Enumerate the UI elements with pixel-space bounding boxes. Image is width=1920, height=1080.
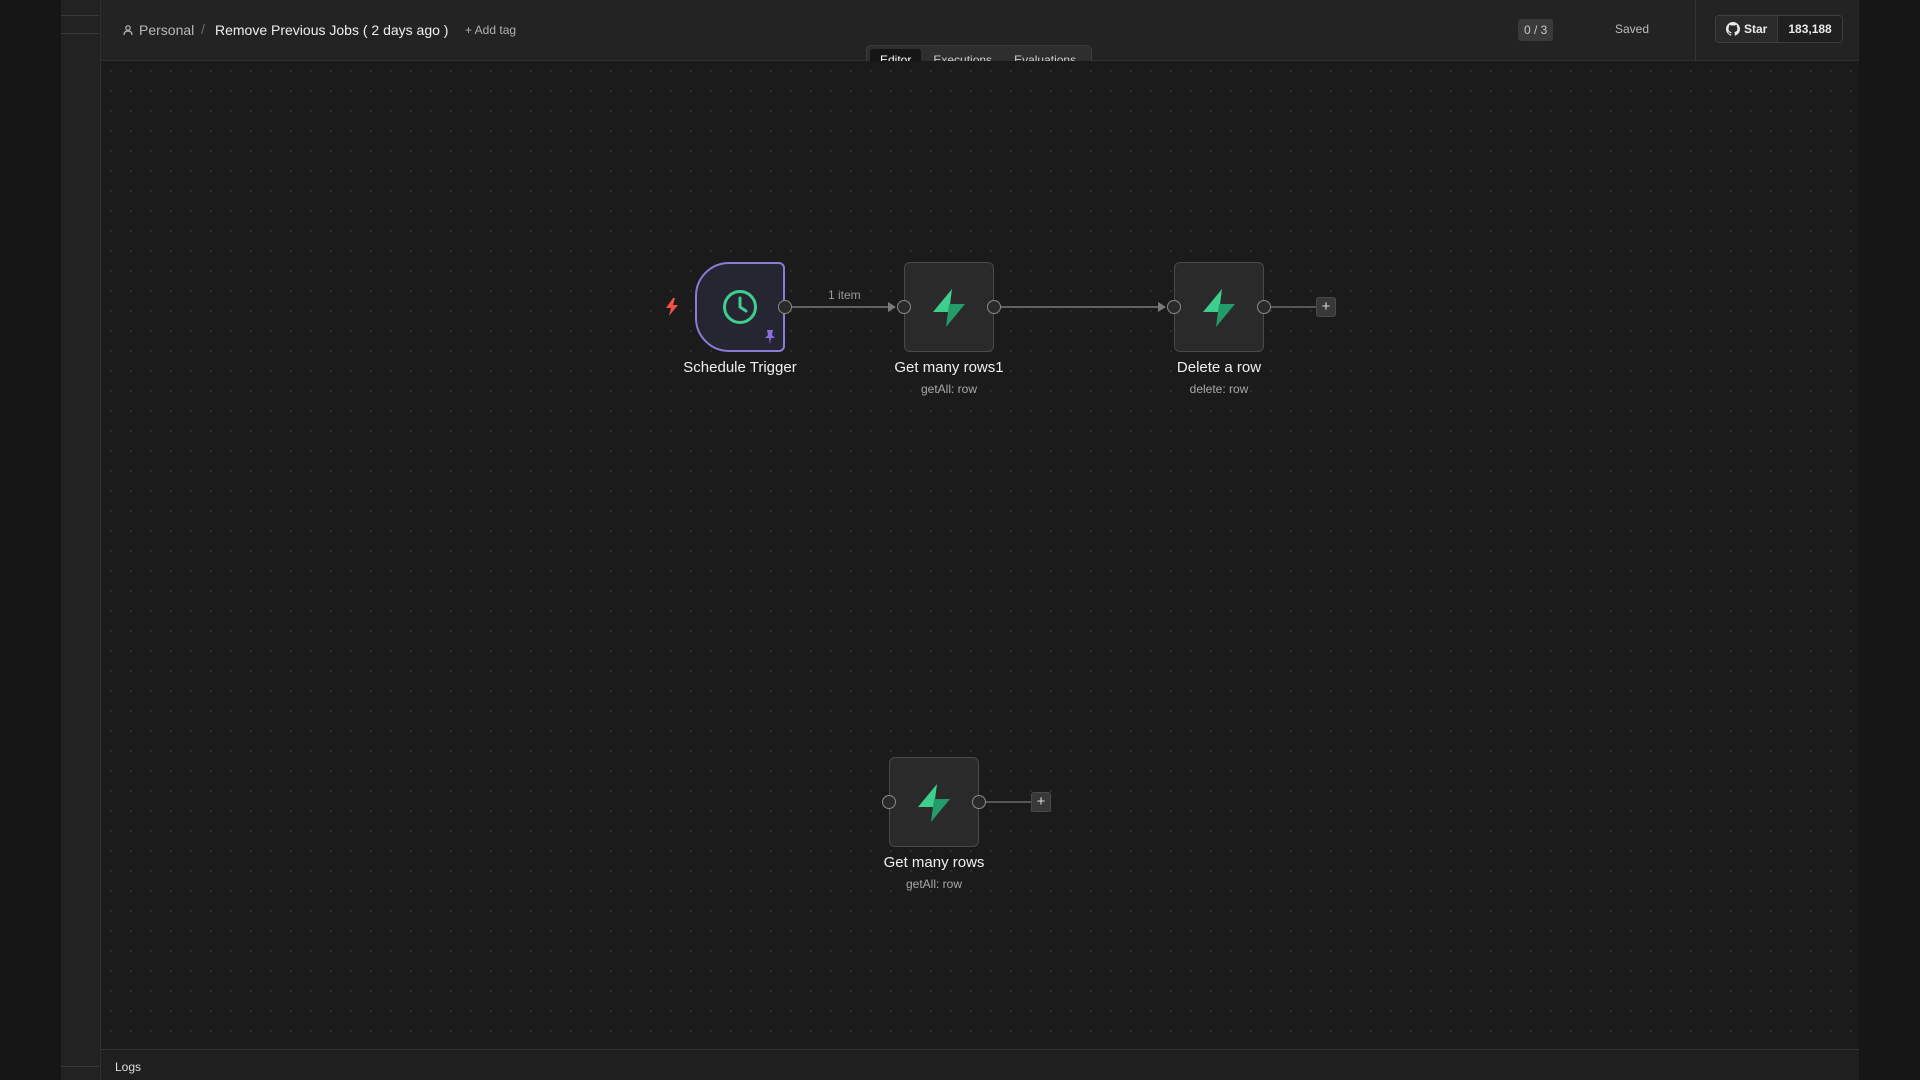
- connections-layer: [785, 302, 1316, 803]
- edge-trigger-to-get-many-rows1[interactable]: [785, 302, 896, 312]
- output-handle[interactable]: [778, 300, 792, 314]
- add-node-plus-icon[interactable]: +: [1316, 297, 1336, 317]
- supabase-icon: [918, 784, 950, 822]
- node-subtitle: getAll: row: [905, 877, 963, 891]
- input-handle[interactable]: [897, 300, 911, 314]
- node-title: Get many rows: [883, 854, 985, 871]
- clock-icon: [723, 290, 757, 324]
- supabase-icon: [933, 289, 965, 327]
- node-schedule-trigger[interactable]: [695, 262, 785, 352]
- input-handle[interactable]: [1167, 300, 1181, 314]
- add-node-plus-icon[interactable]: +: [1031, 792, 1051, 812]
- node-title: Delete a row: [1176, 359, 1262, 376]
- logs-panel-bar[interactable]: Logs: [101, 1049, 1859, 1080]
- node-get-many-rows1[interactable]: [904, 262, 994, 352]
- supabase-icon: [1203, 289, 1235, 327]
- node-subtitle: getAll: row: [920, 382, 978, 396]
- node-delete-a-row[interactable]: [1174, 262, 1264, 352]
- pin-icon[interactable]: [764, 330, 776, 344]
- output-handle[interactable]: [1257, 300, 1271, 314]
- input-handle[interactable]: [882, 795, 896, 809]
- edge-get-many-rows1-to-delete-a-row[interactable]: [994, 302, 1166, 312]
- output-handle[interactable]: [987, 300, 1001, 314]
- trigger-bolt-icon: [666, 298, 678, 316]
- output-handle[interactable]: [972, 795, 986, 809]
- node-title: Get many rows1: [894, 359, 1004, 376]
- edge-item-count-label: 1 item: [828, 288, 861, 302]
- node-title: Schedule Trigger: [683, 359, 797, 376]
- node-get-many-rows[interactable]: [889, 757, 979, 847]
- node-subtitle: delete: row: [1189, 382, 1249, 396]
- logs-label: Logs: [115, 1060, 142, 1074]
